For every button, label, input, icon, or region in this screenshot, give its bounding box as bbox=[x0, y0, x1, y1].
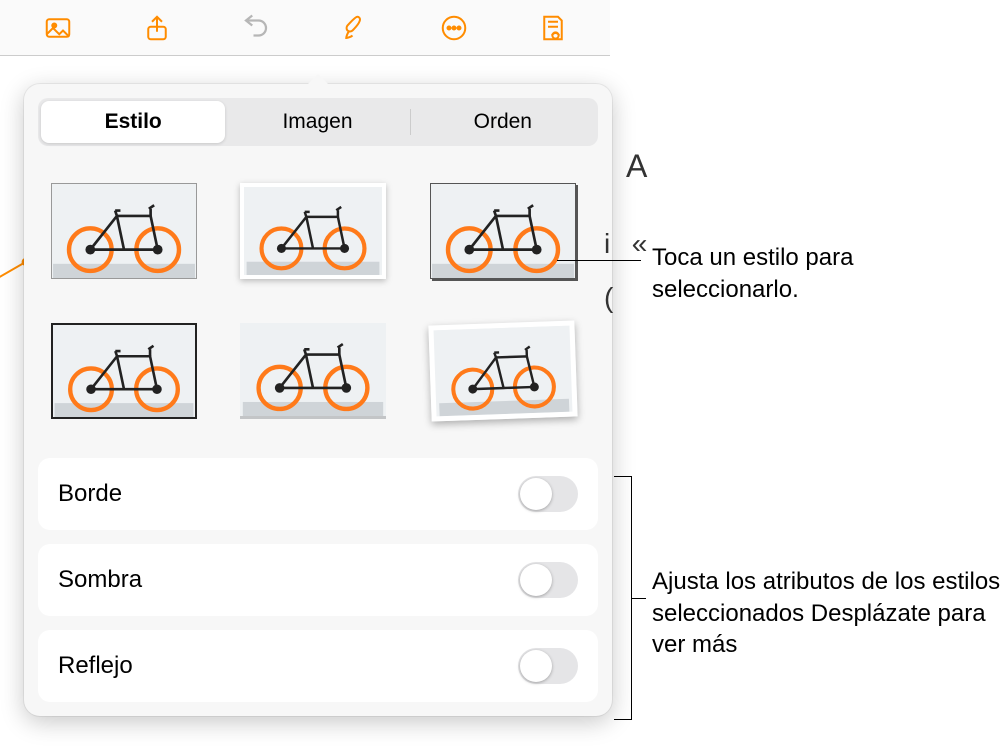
option-label: Sombra bbox=[58, 566, 142, 594]
style-option-1[interactable] bbox=[44, 176, 204, 286]
style-option-3[interactable] bbox=[423, 176, 583, 286]
tab-bar: Estilo Imagen Orden bbox=[38, 98, 598, 146]
annotations-layer: A i « ( Toca un estilo para seleccionarl… bbox=[610, 56, 1005, 747]
callout-bracket bbox=[614, 476, 632, 720]
toggle-borde[interactable] bbox=[518, 476, 578, 512]
callout-text-attributes: Ajusta los atributos de los estilos sele… bbox=[652, 566, 1002, 661]
option-label: Borde bbox=[58, 480, 122, 508]
document-view-icon[interactable] bbox=[531, 6, 575, 50]
callout-text-style: Toca un estilo para seleccionarlo. bbox=[652, 242, 1005, 305]
toggle-reflejo[interactable] bbox=[518, 648, 578, 684]
option-borde: Borde bbox=[38, 458, 598, 530]
style-option-2[interactable] bbox=[233, 176, 393, 286]
background-text: A bbox=[626, 148, 647, 185]
style-option-4[interactable] bbox=[44, 316, 204, 426]
format-brush-icon[interactable] bbox=[333, 6, 377, 50]
option-reflejo: Reflejo bbox=[38, 630, 598, 702]
tab-imagen[interactable]: Imagen bbox=[225, 101, 409, 143]
style-grid bbox=[38, 176, 598, 426]
selection-handle[interactable] bbox=[0, 261, 26, 281]
share-icon[interactable] bbox=[135, 6, 179, 50]
style-options-list: Borde Sombra Reflejo bbox=[38, 458, 598, 702]
option-label: Reflejo bbox=[58, 652, 133, 680]
more-icon[interactable] bbox=[432, 6, 476, 50]
callout-leader-line bbox=[557, 260, 641, 261]
toggle-sombra[interactable] bbox=[518, 562, 578, 598]
style-option-5[interactable] bbox=[233, 316, 393, 426]
tab-estilo[interactable]: Estilo bbox=[41, 101, 225, 143]
format-panel: Estilo Imagen Orden bbox=[24, 84, 612, 716]
tab-orden[interactable]: Orden bbox=[411, 101, 595, 143]
app-toolbar bbox=[0, 0, 610, 56]
style-option-6[interactable] bbox=[421, 313, 585, 429]
document-area: Estilo Imagen Orden bbox=[0, 56, 610, 747]
media-icon[interactable] bbox=[36, 6, 80, 50]
background-text: ( bbox=[604, 282, 613, 314]
option-sombra: Sombra bbox=[38, 544, 598, 616]
background-text: i « bbox=[604, 228, 649, 260]
undo-icon[interactable] bbox=[234, 6, 278, 50]
